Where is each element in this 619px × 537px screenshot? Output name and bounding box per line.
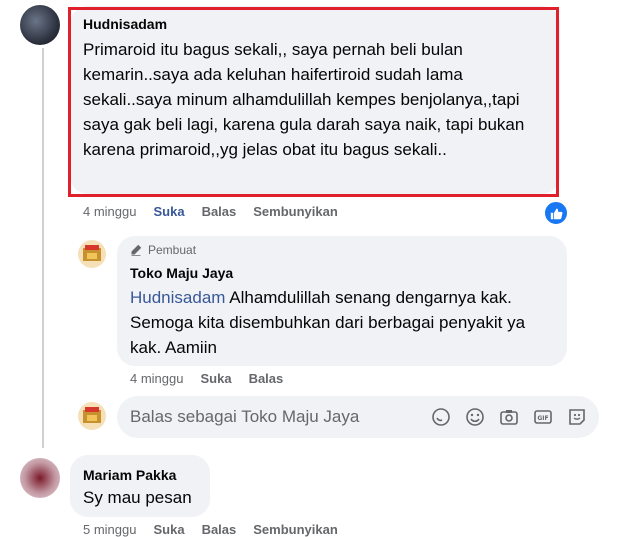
reply-composer[interactable]: Balas sebagai Toko Maju Jaya GIF	[117, 396, 599, 438]
emoji-icon[interactable]	[463, 405, 487, 429]
comment-time[interactable]: 5 minggu	[83, 522, 136, 537]
avatar-toko-maju-jaya[interactable]	[78, 240, 106, 268]
hide-button[interactable]: Sembunyikan	[253, 522, 338, 537]
comment-text: Primaroid itu bagus sekali,, saya pernah…	[83, 40, 525, 159]
badge-label: Pembuat	[148, 243, 197, 257]
camera-icon[interactable]	[497, 405, 521, 429]
avatar-mariam-pakka[interactable]	[20, 458, 60, 498]
comment-time[interactable]: 4 minggu	[83, 204, 136, 219]
comment-author[interactable]: Hudnisadam	[83, 16, 167, 32]
thread-line	[42, 48, 44, 448]
svg-text:GIF: GIF	[537, 415, 548, 422]
comment-author[interactable]: Mariam Pakka	[83, 467, 176, 483]
like-button[interactable]: Suka	[153, 204, 184, 219]
reply-reply-button[interactable]: Balas	[249, 371, 284, 386]
reply-author[interactable]: Toko Maju Jaya	[130, 265, 233, 281]
composer-placeholder: Balas sebagai Toko Maju Jaya	[130, 407, 360, 426]
mention-link[interactable]: Hudnisadam	[130, 288, 225, 307]
comment-text: Sy mau pesan	[83, 488, 192, 507]
composer-avatar	[78, 402, 106, 430]
reply-time[interactable]: 4 minggu	[130, 371, 183, 386]
like-reaction-icon[interactable]	[543, 200, 569, 226]
avatar-hudnisadam[interactable]	[20, 5, 60, 45]
like-button[interactable]: Suka	[153, 522, 184, 537]
reply-text: Hudnisadam Alhamdulillah senang dengarny…	[130, 285, 560, 360]
hide-button[interactable]: Sembunyikan	[253, 204, 338, 219]
reply-actions: 4 minggu Suka Balas	[130, 371, 300, 386]
reply-like-button[interactable]: Suka	[200, 371, 231, 386]
comment-actions: 5 minggu Suka Balas Sembunyikan	[83, 522, 355, 537]
pencil-icon	[131, 244, 142, 256]
gif-icon[interactable]: GIF	[531, 405, 555, 429]
comment-actions: 4 minggu Suka Balas Sembunyikan	[83, 204, 355, 219]
reply-button[interactable]: Balas	[202, 522, 237, 537]
sticker-icon[interactable]	[429, 405, 453, 429]
author-badge: Pembuat	[130, 243, 196, 257]
reply-button[interactable]: Balas	[202, 204, 237, 219]
avatar-sticker-icon[interactable]	[565, 405, 589, 429]
